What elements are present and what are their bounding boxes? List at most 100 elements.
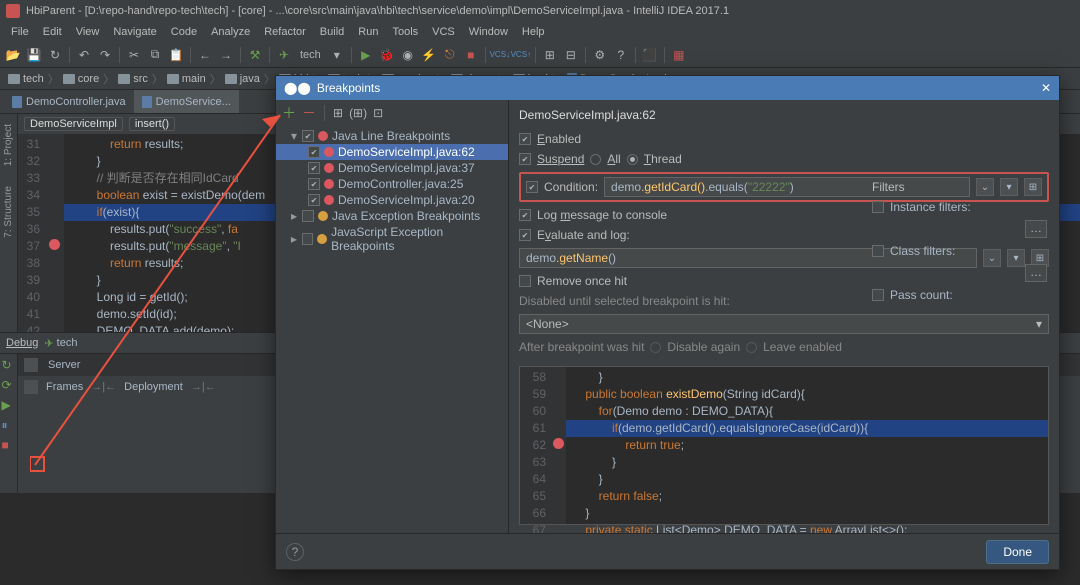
inst-filter-checkbox[interactable] bbox=[872, 201, 884, 213]
group-icon[interactable]: ⊞ bbox=[333, 106, 343, 120]
expand-icon[interactable]: ⊡ bbox=[373, 106, 383, 120]
paste-icon[interactable]: 📋 bbox=[167, 46, 185, 64]
menu-refactor[interactable]: Refactor bbox=[257, 26, 313, 38]
help-icon[interactable]: ? bbox=[612, 46, 630, 64]
log-checkbox[interactable]: ✔ bbox=[519, 209, 531, 221]
deployment-tab[interactable]: Deployment bbox=[124, 381, 183, 393]
tab[interactable]: DemoService... bbox=[134, 90, 239, 113]
debug-side-controls: ↻ ⟳ ▶ ⏸ ■ bbox=[0, 354, 18, 493]
menu-tools[interactable]: Tools bbox=[385, 26, 425, 38]
back-icon[interactable]: ← bbox=[196, 46, 214, 64]
nav-src[interactable]: src bbox=[114, 73, 152, 85]
add-breakpoint-icon[interactable]: ＋ bbox=[282, 103, 296, 123]
redo-icon[interactable]: ↷ bbox=[96, 46, 114, 64]
vcs-update-icon[interactable]: VCS↓ bbox=[491, 46, 509, 64]
frames-tab[interactable]: Frames bbox=[46, 381, 83, 393]
run-icon[interactable]: ▶ bbox=[357, 46, 375, 64]
remove-checkbox[interactable] bbox=[519, 275, 531, 287]
tree-root-java-exception[interactable]: ▸ Java Exception Breakpoints bbox=[276, 208, 508, 224]
tree-root-js-exception[interactable]: ▸ JavaScript Exception Breakpoints bbox=[276, 224, 508, 254]
breadcrumb-method[interactable]: insert() bbox=[129, 117, 175, 131]
menu-help[interactable]: Help bbox=[515, 26, 552, 38]
breadcrumb-class[interactable]: DemoServiceImpl bbox=[24, 117, 123, 131]
tree-item[interactable]: ✔DemoServiceImpl.java:62 bbox=[276, 144, 508, 160]
debug-icon[interactable]: 🐞 bbox=[378, 46, 396, 64]
project-tool-label[interactable]: 1: Project bbox=[3, 118, 14, 172]
copy-icon[interactable]: ⧉ bbox=[146, 46, 164, 64]
attach-icon[interactable]: ⎋ bbox=[441, 46, 459, 64]
structure-tool-label[interactable]: 7: Structure bbox=[3, 180, 14, 244]
tree-item[interactable]: ✔DemoServiceImpl.java:20 bbox=[276, 192, 508, 208]
enabled-label: Enabled bbox=[537, 132, 581, 146]
toolbar: 📂 💾 ↻ ↶ ↷ ✂ ⧉ 📋 ← → ⚒ ✈ tech ▾ ▶ 🐞 ◉ ⚡ ⎋… bbox=[0, 42, 1080, 68]
nav-java[interactable]: java bbox=[221, 73, 264, 85]
run-config-icon[interactable]: ✈ bbox=[275, 46, 293, 64]
undo-icon[interactable]: ↶ bbox=[75, 46, 93, 64]
menu-code[interactable]: Code bbox=[164, 26, 204, 38]
menu-build[interactable]: Build bbox=[313, 26, 351, 38]
done-button[interactable]: Done bbox=[986, 540, 1049, 564]
hierarchy-icon[interactable]: ⊟ bbox=[562, 46, 580, 64]
inst-filter-btn[interactable]: … bbox=[1025, 220, 1047, 238]
disabled-until-select[interactable]: <None>▾ bbox=[519, 314, 1049, 334]
class-filter-btn[interactable]: … bbox=[1025, 264, 1047, 282]
cut-icon[interactable]: ✂ bbox=[125, 46, 143, 64]
structure-icon[interactable]: ⊞ bbox=[541, 46, 559, 64]
class-filter-checkbox[interactable] bbox=[872, 245, 884, 257]
remove-breakpoint-icon[interactable]: － bbox=[302, 103, 316, 123]
tab[interactable]: DemoController.java bbox=[4, 90, 134, 113]
update-icon[interactable]: ⟳ bbox=[2, 378, 16, 392]
menu-navigate[interactable]: Navigate bbox=[106, 26, 163, 38]
open-icon[interactable]: 📂 bbox=[4, 46, 22, 64]
menu-file[interactable]: File bbox=[4, 26, 36, 38]
menu-vcs[interactable]: VCS bbox=[425, 26, 462, 38]
frames-icon[interactable] bbox=[24, 380, 38, 394]
nav-tech[interactable]: tech bbox=[4, 73, 48, 85]
all-radio[interactable] bbox=[590, 154, 601, 165]
tree-item[interactable]: ✔DemoController.java:25 bbox=[276, 176, 508, 192]
nav-core[interactable]: core bbox=[59, 73, 103, 85]
coverage-icon[interactable]: ◉ bbox=[399, 46, 417, 64]
pause-icon[interactable]: ⏸ bbox=[2, 418, 16, 432]
misc-icon[interactable]: ▦ bbox=[670, 46, 688, 64]
window-title: HbiParent - [D:\repo-hand\repo-tech\tech… bbox=[26, 5, 729, 17]
eval-checkbox[interactable]: ✔ bbox=[519, 229, 531, 241]
resume-icon[interactable]: ▶ bbox=[2, 398, 16, 412]
menu-edit[interactable]: Edit bbox=[36, 26, 69, 38]
left-tool-gutter: 1: Project 7: Structure bbox=[0, 114, 18, 332]
breakpoint-code-preview[interactable]: 585960616263646566676869707172 } public … bbox=[519, 366, 1049, 525]
sync-icon[interactable]: ↻ bbox=[46, 46, 64, 64]
suspend-checkbox[interactable]: ✔ bbox=[519, 153, 531, 165]
rerun-icon[interactable]: ↻ bbox=[2, 358, 16, 372]
menu-run[interactable]: Run bbox=[351, 26, 385, 38]
vcs-commit-icon[interactable]: VCS↑ bbox=[512, 46, 530, 64]
breakpoint-tree[interactable]: ▾✔ Java Line Breakpoints ✔DemoServiceImp… bbox=[276, 126, 508, 533]
stop-icon[interactable]: ■ bbox=[462, 46, 480, 64]
save-icon[interactable]: 💾 bbox=[25, 46, 43, 64]
jrebel-icon[interactable]: ⬛ bbox=[641, 46, 659, 64]
dialog-titlebar[interactable]: ⬤⬤Breakpoints ✕ bbox=[276, 76, 1059, 100]
close-icon[interactable]: ✕ bbox=[1041, 81, 1051, 95]
group2-icon[interactable]: (⊞) bbox=[349, 106, 367, 120]
help-icon[interactable]: ? bbox=[286, 543, 304, 561]
tree-root-java-line[interactable]: ▾✔ Java Line Breakpoints bbox=[276, 128, 508, 144]
tree-item[interactable]: ✔DemoServiceImpl.java:37 bbox=[276, 160, 508, 176]
run-config-name[interactable]: tech bbox=[296, 49, 325, 61]
build-icon[interactable]: ⚒ bbox=[246, 46, 264, 64]
enabled-checkbox[interactable]: ✔ bbox=[519, 133, 531, 145]
menu-window[interactable]: Window bbox=[462, 26, 515, 38]
pass-count-checkbox[interactable] bbox=[872, 289, 884, 301]
menu-analyze[interactable]: Analyze bbox=[204, 26, 257, 38]
settings-icon[interactable]: ⚙ bbox=[591, 46, 609, 64]
server-tab[interactable]: Server bbox=[48, 359, 80, 371]
profile-icon[interactable]: ⚡ bbox=[420, 46, 438, 64]
menu-view[interactable]: View bbox=[69, 26, 107, 38]
nav-main[interactable]: main bbox=[163, 73, 210, 85]
stop-debug-icon[interactable]: ■ bbox=[2, 438, 16, 452]
thread-radio[interactable] bbox=[627, 154, 638, 165]
debug-label[interactable]: Debug bbox=[6, 337, 38, 349]
console-icon[interactable] bbox=[24, 358, 38, 372]
forward-icon[interactable]: → bbox=[217, 46, 235, 64]
dropdown-icon[interactable]: ▾ bbox=[328, 46, 346, 64]
condition-checkbox[interactable]: ✔ bbox=[526, 181, 538, 193]
